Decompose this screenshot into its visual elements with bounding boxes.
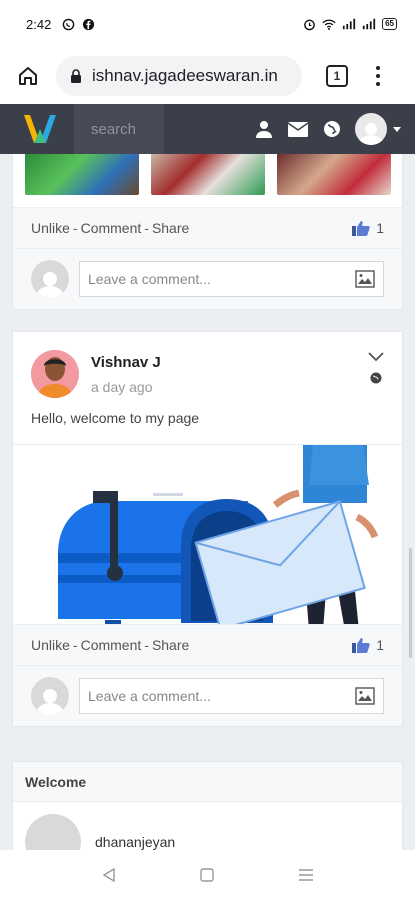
like-count[interactable]: 1	[352, 220, 384, 236]
separator: -	[72, 220, 78, 236]
chevron-down-icon[interactable]	[393, 126, 401, 132]
recents-icon[interactable]	[294, 863, 318, 887]
welcome-widget: Welcome dhananjeyan	[12, 761, 403, 850]
separator: -	[144, 637, 149, 653]
comment-link[interactable]: Comment	[81, 637, 142, 653]
image-upload-icon[interactable]	[355, 270, 375, 288]
user-name[interactable]: dhananjeyan	[95, 834, 175, 850]
separator: -	[72, 637, 78, 653]
user-icon[interactable]	[253, 118, 275, 140]
whatsapp-icon	[61, 17, 75, 31]
author-avatar[interactable]	[31, 350, 79, 398]
post-photo[interactable]	[277, 154, 391, 195]
post-photo[interactable]	[25, 154, 139, 195]
post-image[interactable]	[13, 444, 402, 624]
post-photos	[13, 154, 402, 195]
status-bar: 2:42 65	[0, 0, 415, 48]
comment-input[interactable]: Leave a comment...	[79, 678, 384, 714]
globe-icon[interactable]	[321, 118, 343, 140]
widget-title: Welcome	[13, 762, 402, 802]
share-link[interactable]: Share	[152, 220, 189, 236]
post-actions: Unlike - Comment - Share 1	[13, 624, 402, 666]
app-navbar: search	[0, 104, 415, 154]
status-time: 2:42	[26, 16, 52, 32]
profile-avatar[interactable]	[355, 113, 387, 145]
comment-placeholder: Leave a comment...	[88, 688, 211, 704]
author-name[interactable]: Vishnav J	[91, 354, 161, 371]
system-navigation-bar	[0, 850, 415, 900]
news-feed: Unlike - Comment - Share 1 Leave a comme…	[0, 154, 415, 850]
post-photo[interactable]	[151, 154, 265, 195]
site-logo[interactable]	[16, 104, 64, 154]
post-text: Hello, welcome to my page	[31, 410, 200, 426]
user-avatar[interactable]	[25, 814, 81, 850]
thumbs-up-icon	[352, 221, 370, 236]
comment-row: Leave a comment...	[13, 666, 402, 726]
battery-icon: 65	[382, 18, 397, 30]
post-time[interactable]: a day ago	[91, 379, 161, 395]
unlike-link[interactable]: Unlike	[31, 220, 70, 236]
unlike-link[interactable]: Unlike	[31, 637, 70, 653]
commenter-avatar	[31, 677, 69, 715]
url-text: ishnav.jagadeeswaran.in	[92, 66, 278, 85]
alarm-icon	[302, 17, 316, 31]
separator: -	[144, 220, 149, 236]
comment-link[interactable]: Comment	[81, 220, 142, 236]
image-upload-icon[interactable]	[355, 687, 375, 705]
browser-toolbar: ishnav.jagadeeswaran.in 1	[0, 48, 415, 104]
like-count-value: 1	[376, 220, 384, 236]
post-card: Vishnav J a day ago Hello, welcome to my…	[12, 331, 403, 727]
comment-placeholder: Leave a comment...	[88, 271, 211, 287]
back-icon[interactable]	[97, 863, 121, 887]
facebook-icon	[81, 17, 95, 31]
like-count[interactable]: 1	[352, 637, 384, 653]
share-link[interactable]: Share	[152, 637, 189, 653]
chevron-down-icon[interactable]	[368, 352, 384, 362]
thumbs-up-icon	[352, 638, 370, 653]
commenter-avatar	[31, 260, 69, 298]
home-icon[interactable]	[14, 62, 42, 90]
wifi-icon	[322, 17, 336, 31]
address-bar[interactable]: ishnav.jagadeeswaran.in	[56, 56, 302, 96]
home-nav-icon[interactable]	[195, 863, 219, 887]
scrollbar[interactable]	[409, 548, 412, 658]
like-count-value: 1	[376, 637, 384, 653]
tab-switcher-button[interactable]: 1	[326, 65, 348, 87]
lock-icon[interactable]	[68, 68, 84, 84]
post-header: Vishnav J a day ago	[13, 332, 402, 404]
comment-row: Leave a comment...	[13, 249, 402, 309]
mail-icon[interactable]	[287, 118, 309, 140]
visibility-globe-icon	[370, 372, 382, 384]
search-input[interactable]: search	[74, 104, 164, 154]
signal-icon-2	[362, 17, 376, 31]
post-card: Unlike - Comment - Share 1 Leave a comme…	[12, 154, 403, 310]
comment-input[interactable]: Leave a comment...	[79, 261, 384, 297]
post-actions: Unlike - Comment - Share 1	[13, 207, 402, 249]
more-menu-icon[interactable]	[374, 66, 382, 86]
suggested-user[interactable]: dhananjeyan	[13, 802, 402, 850]
signal-icon-1	[342, 17, 356, 31]
